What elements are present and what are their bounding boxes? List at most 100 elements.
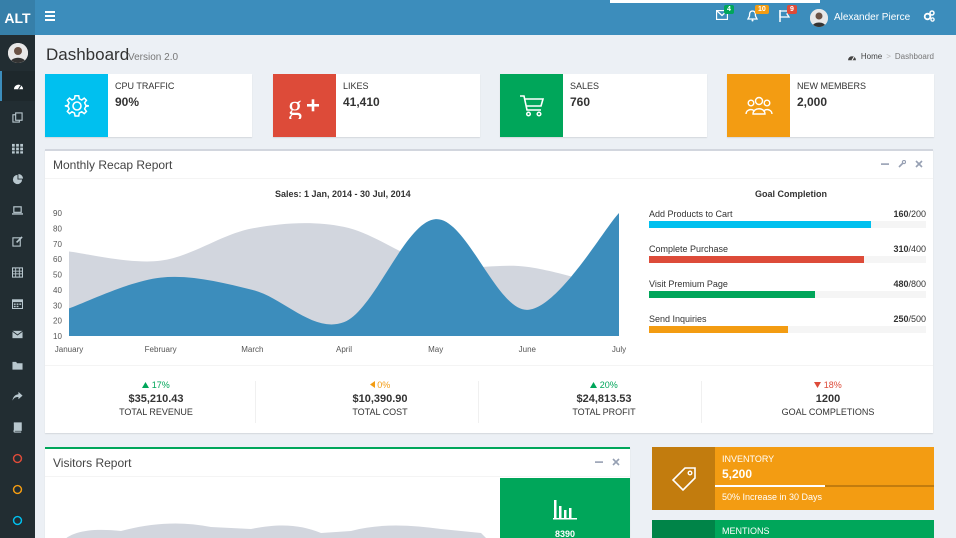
sidebar-item-important[interactable] bbox=[0, 443, 35, 473]
visitors-count: 8390 bbox=[554, 529, 576, 538]
info-box-value: 760 bbox=[570, 95, 591, 109]
goal-progress-bar bbox=[649, 256, 926, 263]
recap-stat: 18% 1200 GOAL COMPLETIONS bbox=[717, 380, 939, 417]
info-box-cpu-traffic: CPU TRAFFIC 90% bbox=[45, 74, 252, 137]
sidebar-item-ui-elements[interactable] bbox=[0, 195, 35, 225]
recap-stat: 17% $35,210.43 TOTAL REVENUE bbox=[45, 380, 267, 417]
circle-yellow-icon bbox=[12, 484, 23, 494]
tasks-badge: 9 bbox=[787, 5, 797, 14]
close-icon[interactable] bbox=[612, 458, 620, 468]
stat-amount: 1200 bbox=[815, 393, 841, 405]
folder-icon bbox=[12, 361, 23, 370]
info-box-icon-area bbox=[45, 74, 108, 137]
caret-left-icon bbox=[369, 380, 375, 390]
pie-chart-icon bbox=[12, 173, 23, 184]
goal-name: Complete Purchase bbox=[649, 244, 729, 254]
info-box-likes: g LIKES 41,410 bbox=[273, 74, 480, 137]
breadcrumb-home-link[interactable]: Home bbox=[861, 52, 882, 61]
stat-caption: TOTAL PROFIT bbox=[572, 407, 636, 417]
info-box-new-members: NEW MEMBERS 2,000 bbox=[727, 74, 934, 137]
sidebar-item-forms[interactable] bbox=[0, 226, 35, 256]
sidebar-item-mailbox[interactable] bbox=[0, 319, 35, 349]
y-tick-label: 70 bbox=[53, 240, 62, 249]
goal-progress-fill bbox=[649, 326, 788, 333]
circle-aqua-icon bbox=[12, 515, 23, 525]
goal-progress-bar bbox=[649, 291, 926, 298]
stat-percentage: 0% bbox=[269, 380, 491, 390]
panel-title: Visitors Report bbox=[53, 456, 132, 470]
dashboard-icon bbox=[13, 84, 24, 90]
info-box-mentions: MENTIONS bbox=[652, 520, 934, 538]
sales-area-chart: 90 80 70 60 50 40 30 20 10 January February March Ap… bbox=[53, 209, 626, 354]
chart-title: Sales: 1 Jan, 2014 - 30 Jul, 2014 bbox=[275, 189, 411, 199]
notifications-menu[interactable]: 10 bbox=[746, 5, 769, 24]
edit-icon bbox=[12, 235, 23, 247]
y-tick-label: 40 bbox=[53, 286, 62, 295]
goal-progress-fill bbox=[649, 221, 871, 228]
dashboard-icon bbox=[847, 55, 856, 60]
sidebar-item-layout[interactable] bbox=[0, 102, 35, 132]
x-tick-label: March bbox=[241, 345, 263, 354]
y-tick-label: 80 bbox=[53, 224, 62, 233]
messages-menu[interactable]: 4 bbox=[715, 5, 734, 24]
caret-down-icon bbox=[814, 380, 822, 390]
sidebar-item-dashboard[interactable] bbox=[0, 71, 35, 101]
laptop-icon bbox=[12, 205, 23, 215]
collapse-icon[interactable] bbox=[595, 458, 603, 468]
stat-amount: $24,813.53 bbox=[576, 393, 632, 405]
panel-tools bbox=[881, 159, 923, 170]
info-box-label: MENTIONS bbox=[722, 526, 770, 536]
sidebar-item-calendar[interactable] bbox=[0, 288, 35, 318]
info-box-icon-area: g bbox=[273, 74, 336, 137]
user-name[interactable]: Alexander Pierce bbox=[834, 12, 910, 23]
messages-badge: 4 bbox=[724, 5, 734, 14]
sidebar-toggle-icon[interactable] bbox=[45, 11, 55, 23]
sidebar-item-documentation[interactable] bbox=[0, 412, 35, 442]
close-icon[interactable] bbox=[915, 160, 923, 170]
table-icon bbox=[12, 266, 23, 278]
y-tick-label: 20 bbox=[53, 317, 62, 326]
user-avatar[interactable] bbox=[810, 9, 828, 27]
info-box-label: SALES bbox=[570, 81, 600, 91]
info-box-value: 2,000 bbox=[797, 95, 828, 109]
svg-text:g: g bbox=[288, 93, 302, 119]
panel-divider bbox=[45, 178, 933, 179]
x-tick-label: May bbox=[428, 345, 443, 354]
envelope-icon bbox=[12, 330, 23, 338]
stat-caption: TOTAL REVENUE bbox=[119, 407, 193, 417]
stat-caption: TOTAL COST bbox=[352, 407, 408, 417]
sidebar-item-tables[interactable] bbox=[0, 257, 35, 287]
world-map bbox=[66, 523, 486, 538]
info-box-icon-area bbox=[500, 74, 563, 137]
brand-logo[interactable]: ALT bbox=[0, 0, 35, 35]
breadcrumb-separator: > bbox=[886, 52, 891, 61]
sidebar-user-avatar[interactable] bbox=[8, 43, 28, 63]
tasks-menu[interactable]: 9 bbox=[779, 5, 797, 24]
cart-icon bbox=[519, 94, 544, 117]
info-box-sales: SALES 760 bbox=[500, 74, 707, 137]
monthly-recap-panel: Monthly Recap Report Sales: 1 Jan, 2014 … bbox=[45, 149, 933, 433]
x-tick-label: April bbox=[336, 345, 352, 354]
sidebar-item-widgets[interactable] bbox=[0, 133, 35, 163]
collapse-icon[interactable] bbox=[881, 160, 889, 170]
sidebar-item-multilevel[interactable] bbox=[0, 381, 35, 411]
info-box-icon-area bbox=[652, 520, 715, 538]
page-subtitle: Version 2.0 bbox=[128, 52, 179, 63]
y-tick-label: 60 bbox=[53, 255, 62, 264]
inventory-progress-fill bbox=[715, 485, 825, 487]
wrench-icon[interactable] bbox=[898, 159, 907, 170]
info-box-icon-area bbox=[727, 74, 790, 137]
sidebar-item-charts[interactable] bbox=[0, 164, 35, 194]
th-icon bbox=[12, 143, 23, 154]
info-box-icon-area bbox=[652, 447, 715, 510]
goal-name: Visit Premium Page bbox=[649, 279, 728, 289]
caret-up-icon bbox=[142, 380, 150, 390]
x-tick-label: February bbox=[145, 345, 177, 354]
info-box-value: 41,410 bbox=[343, 95, 380, 109]
sidebar-item-examples[interactable] bbox=[0, 350, 35, 380]
panel-divider bbox=[45, 476, 630, 477]
breadcrumb-current: Dashboard bbox=[894, 52, 934, 61]
control-sidebar-toggle[interactable] bbox=[923, 10, 937, 24]
sidebar-item-information[interactable] bbox=[0, 505, 35, 535]
sidebar-item-warning[interactable] bbox=[0, 474, 35, 504]
